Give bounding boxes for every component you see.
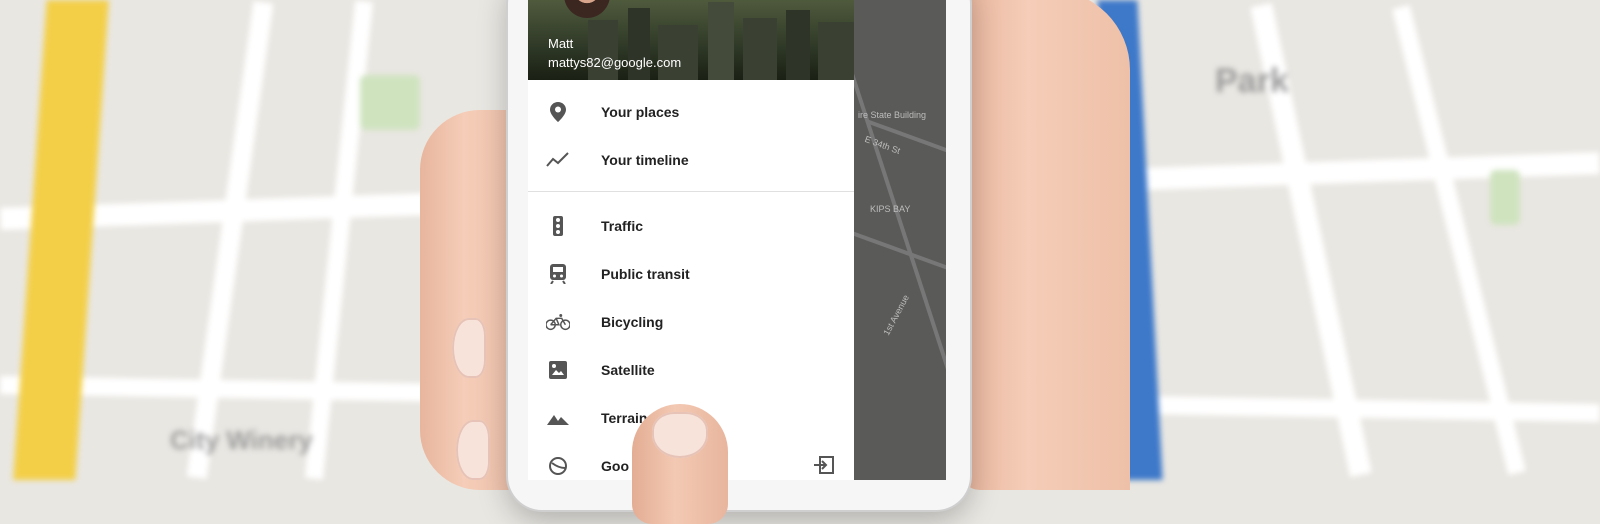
terrain-icon: [546, 406, 570, 430]
map-label: E 34th St: [863, 133, 902, 157]
menu-item-satellite[interactable]: Satellite: [528, 348, 854, 392]
account-header[interactable]: Matt mattys82@google.com: [528, 0, 854, 80]
right-hand: [960, 0, 1130, 490]
menu-item-label: Traffic: [601, 218, 644, 234]
thumb: [632, 404, 728, 524]
map-label: ire State Building: [858, 110, 927, 120]
menu-item-label: Bicycling: [601, 314, 664, 330]
fingernail: [456, 420, 490, 480]
avatar[interactable]: [564, 0, 610, 18]
map-label: 1st Avenue: [881, 293, 912, 337]
map-pin-icon: [546, 100, 570, 124]
divider: [528, 191, 854, 192]
map-view[interactable]: ire State Building E 34th St KIPS BAY 1s…: [829, 0, 946, 480]
menu-item-label: Satellite: [601, 362, 655, 378]
user-name: Matt: [548, 36, 574, 51]
menu-item-your-timeline[interactable]: Your timeline: [528, 138, 854, 182]
menu-item-public-transit[interactable]: Public transit: [528, 252, 854, 296]
timeline-icon: [546, 148, 570, 172]
menu-item-label: Public transit: [601, 266, 690, 282]
satellite-icon: [546, 358, 570, 382]
menu-item-bicycling[interactable]: Bicycling: [528, 300, 854, 344]
user-email: mattys82@google.com: [548, 55, 682, 70]
menu-item-your-places[interactable]: Your places: [528, 90, 854, 134]
bicycle-icon: [546, 310, 570, 334]
google-earth-icon: [546, 454, 570, 478]
bg-map-label: Park: [1215, 62, 1289, 100]
menu-item-label: Your timeline: [601, 152, 689, 168]
menu-item-label: Your places: [601, 104, 680, 120]
fingernail: [452, 318, 486, 378]
phone-screen: ire State Building E 34th St KIPS BAY 1s…: [528, 0, 946, 480]
map-label: KIPS BAY: [870, 204, 911, 214]
menu-item-traffic[interactable]: Traffic: [528, 204, 854, 248]
open-external-icon: [814, 456, 834, 479]
train-icon: [546, 262, 570, 286]
traffic-light-icon: [546, 214, 570, 238]
menu-item-label: Goo: [601, 458, 629, 474]
bg-map-label: City Winery: [170, 425, 313, 455]
